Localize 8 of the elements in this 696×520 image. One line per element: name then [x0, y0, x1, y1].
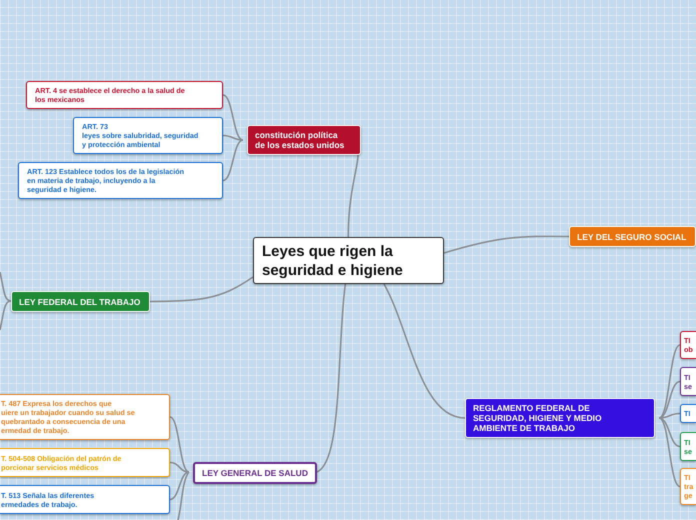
branch-topic[interactable]: LEY FEDERAL DEL TRABAJO [11, 291, 150, 312]
branch-topic[interactable]: LEY DEL SEGURO SOCIAL [569, 226, 696, 247]
central-topic[interactable]: Leyes que rigen la seguridad e higiene [253, 237, 444, 284]
connector-line [0, 272, 12, 302]
branch-topic[interactable]: REGLAMENTO FEDERAL DE SEGURIDAD, HIGIENE Y MEDIO AMBIENTE DE TRABAJO [465, 398, 655, 438]
branch-topic[interactable]: LEY GENERAL DE SALUD [193, 462, 317, 484]
branch-topic[interactable]: constitución política de los estados unidos [247, 125, 361, 155]
connector-line [0, 300, 12, 330]
